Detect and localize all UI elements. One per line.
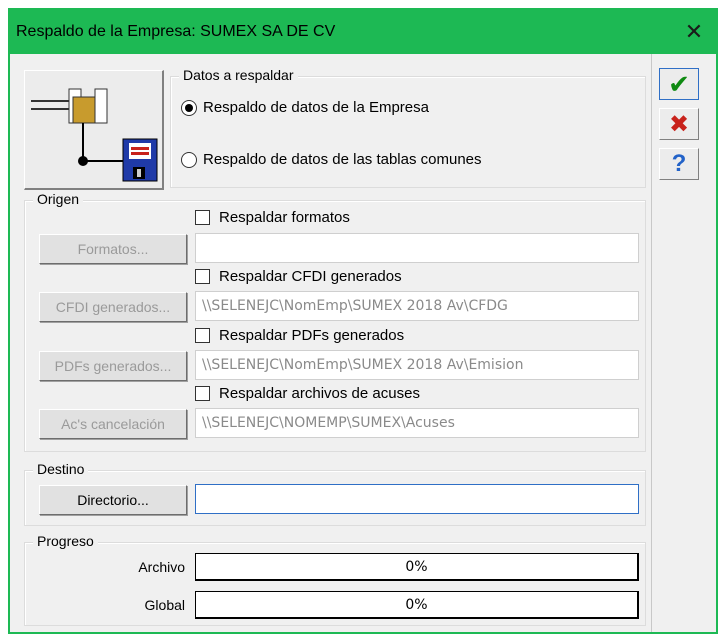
cancel-button[interactable]: ✖ [659, 108, 699, 140]
check-pdfs[interactable]: Respaldar PDFs generados [195, 327, 404, 344]
check-acuses-box[interactable] [195, 386, 210, 401]
check-cfdi-label: Respaldar CFDI generados [219, 268, 402, 285]
check-pdfs-label: Respaldar PDFs generados [219, 327, 405, 344]
origen-group: Origen Respaldar formatos Formatos... Re… [24, 191, 646, 452]
backup-diagram-icon [31, 88, 158, 182]
destino-path-input[interactable] [195, 484, 639, 514]
check-cfdi[interactable]: Respaldar CFDI generados [195, 268, 402, 285]
cfdi-generados-button[interactable]: CFDI generados... [39, 292, 187, 322]
radio-tablas-label: Respaldo de datos de las tablas comunes [203, 151, 482, 168]
radio-tablas-indicator[interactable] [181, 151, 197, 168]
global-label: Global [144, 597, 185, 613]
formatos-path-input[interactable] [195, 233, 639, 263]
radio-empresa[interactable]: Respaldo de datos de la Empresa [181, 99, 429, 116]
archivo-label: Archivo [138, 559, 185, 575]
check-pdfs-box[interactable] [195, 328, 210, 343]
acuses-path-input[interactable]: \\SELENEJC\NOMEMP\SUMEX\Acuses [195, 408, 639, 438]
directorio-button[interactable]: Directorio... [39, 485, 187, 515]
pdfs-path-input[interactable]: \\SELENEJC\NomEmp\SUMEX 2018 Av\Emision [195, 350, 639, 380]
help-button[interactable]: ? [659, 148, 699, 180]
progreso-group: Progreso Archivo 0% Global 0% [24, 533, 646, 626]
formatos-button[interactable]: Formatos... [39, 234, 187, 264]
check-formatos[interactable]: Respaldar formatos [195, 209, 350, 226]
window-title: Respaldo de la Empresa: SUMEX SA DE CV [16, 23, 336, 40]
destino-group: Destino Directorio... [24, 461, 646, 526]
acuses-cancelacion-button[interactable]: Ac's cancelación [39, 409, 187, 439]
global-progress-bar: 0% [195, 591, 639, 619]
title-bar: Respaldo de la Empresa: SUMEX SA DE CV ✕ [10, 10, 716, 54]
dialog-body: Datos a respaldar Respaldo de datos de l… [10, 54, 716, 632]
datos-group: Datos a respaldar Respaldo de datos de l… [170, 67, 646, 188]
check-formatos-box[interactable] [195, 210, 210, 225]
check-formatos-label: Respaldar formatos [219, 209, 350, 226]
progreso-group-label: Progreso [33, 533, 98, 549]
origen-group-label: Origen [33, 191, 84, 207]
destino-group-label: Destino [33, 461, 89, 477]
radio-empresa-indicator[interactable] [181, 99, 197, 116]
datos-group-label: Datos a respaldar [179, 67, 298, 83]
close-button[interactable]: ✕ [672, 10, 716, 54]
check-acuses[interactable]: Respaldar archivos de acuses [195, 385, 420, 402]
pdfs-generados-button[interactable]: PDFs generados... [39, 351, 187, 381]
checkmark-icon: ✔ [668, 68, 690, 99]
radio-tablas[interactable]: Respaldo de datos de las tablas comunes [181, 151, 482, 168]
question-mark-icon: ? [671, 150, 687, 177]
backup-illustration-icon [24, 70, 164, 190]
accept-button[interactable]: ✔ [659, 68, 699, 100]
x-mark-icon: ✖ [668, 110, 690, 138]
archivo-progress-bar: 0% [195, 553, 639, 581]
check-acuses-label: Respaldar archivos de acuses [219, 385, 420, 402]
dialog-window: Respaldo de la Empresa: SUMEX SA DE CV ✕ [8, 8, 718, 634]
action-panel: ✔ ✖ ? [651, 54, 716, 632]
cfdi-path-input[interactable]: \\SELENEJC\NomEmp\SUMEX 2018 Av\CFDG [195, 291, 639, 321]
check-cfdi-box[interactable] [195, 269, 210, 284]
radio-empresa-label: Respaldo de datos de la Empresa [203, 99, 429, 116]
